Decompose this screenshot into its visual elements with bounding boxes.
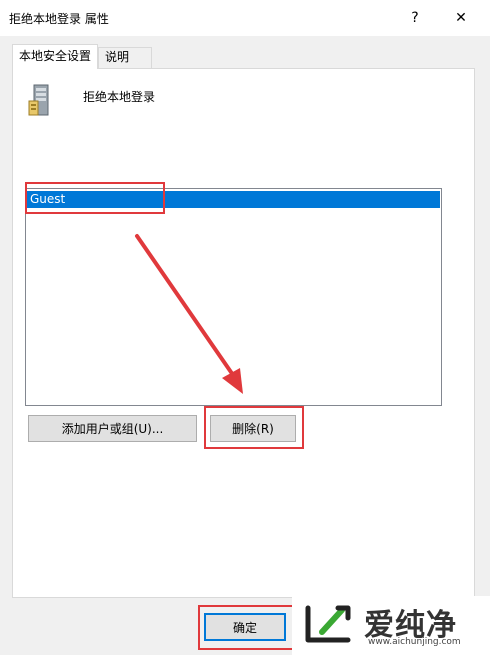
highlight-box-remove: [204, 406, 304, 449]
server-icon: [28, 84, 49, 116]
watermark: 爱纯净 www.aichunjing.com: [292, 596, 490, 655]
title-bar: 拒绝本地登录 属性 ? ✕: [0, 0, 490, 36]
brand-logo-icon: [305, 605, 351, 643]
tab-explain[interactable]: 说明: [98, 47, 152, 68]
tab-panel: 拒绝本地登录 Guest 添加用户或组(U)... 删除(R): [12, 68, 475, 598]
highlight-box-ok: [198, 605, 294, 650]
brand-url: www.aichunjing.com: [368, 637, 461, 647]
close-icon: ✕: [455, 10, 467, 26]
help-icon: ?: [411, 10, 419, 26]
user-listbox[interactable]: Guest: [25, 188, 442, 406]
highlight-box-guest: [25, 182, 165, 214]
tab-local-security-setting[interactable]: 本地安全设置: [12, 44, 98, 69]
add-user-or-group-button[interactable]: 添加用户或组(U)...: [28, 415, 197, 442]
policy-name: 拒绝本地登录: [83, 90, 156, 104]
window-title: 拒绝本地登录 属性: [9, 12, 109, 26]
close-button[interactable]: ✕: [446, 6, 476, 30]
help-button[interactable]: ?: [400, 6, 430, 30]
properties-dialog: 拒绝本地登录 属性 ? ✕ 本地安全设置 说明 拒绝本地登录 Guest 添加用…: [0, 0, 490, 655]
